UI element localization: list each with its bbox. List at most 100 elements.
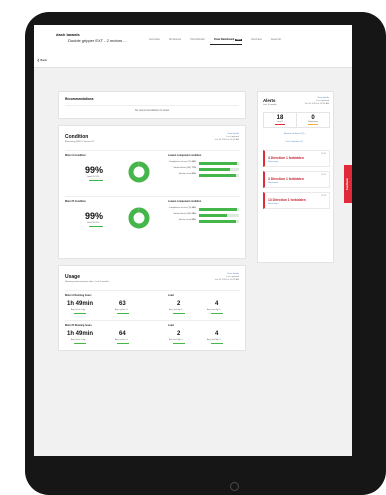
component-header: Lowest component condition <box>168 154 202 157</box>
usage-header: Usage Showing measurements data · Last 3… <box>65 274 109 283</box>
status-bar <box>89 226 103 227</box>
feedback-tab[interactable]: Feedback <box>344 165 352 203</box>
usage-card: Usage Showing measurements data · Last 3… <box>58 265 246 351</box>
app-header: dash boards STOP Double gripper EXT - 2 … <box>34 25 352 68</box>
condition-percent: 99% <box>85 165 104 175</box>
condition-updated-time: Jun 26 2024 at 10:23 AM <box>214 139 239 141</box>
usage-updated-time: Jun 26 2024 at 10:23 AM <box>214 279 239 281</box>
alert-item[interactable]: 10:18 13 Direction 1 forbidden Show more <box>263 192 330 209</box>
load-a-sub: Avg. load kg / h <box>169 309 183 311</box>
cycles-value: 64 <box>119 331 126 337</box>
running-time-sub: Avg. hours / day <box>71 339 86 341</box>
status-bar <box>74 313 86 314</box>
alerts-title: Alerts <box>263 98 276 103</box>
load-header: Load <box>168 294 174 297</box>
cycles-sub: Avg. cycles / h <box>115 339 128 341</box>
alert-count-level1[interactable]: 18 Level 1 <box>264 113 296 127</box>
recommendations-card: Recommendations No recommendations to sh… <box>58 91 246 119</box>
load-b-sub: Avg. load kg / h <box>207 309 221 311</box>
motor-label: Motor B Condition <box>65 200 86 203</box>
condition-percent-sub: Good 99.99% <box>87 222 100 224</box>
usage-motor-block: Motor A Running hours Load 1h 49min Avg.… <box>65 290 240 320</box>
status-bar <box>173 313 185 314</box>
device-subtitle: STOP <box>68 33 76 37</box>
condition-percent-sub: Good 99.99% <box>87 176 100 178</box>
new-badge: NEW <box>235 39 242 41</box>
component-fill <box>199 207 238 211</box>
load-a-sub: Avg. load kg / h <box>169 339 183 341</box>
motor-condition-block: Motor B Condition Lowest component condi… <box>65 196 240 236</box>
history-link[interactable]: Last 3 months (2) → <box>258 141 333 143</box>
load-header: Load <box>168 324 174 327</box>
component-row: Stroke count 93% <box>161 219 241 223</box>
component-fill <box>199 161 238 165</box>
usage-motor-label: Motor B Running hours <box>65 324 92 327</box>
condition-title: Condition <box>65 134 89 140</box>
component-fill <box>199 213 227 217</box>
divider <box>65 105 239 106</box>
device-title[interactable]: Double gripper EXT - 2 motors ... <box>68 38 127 43</box>
feedback-label: Feedback <box>346 178 349 190</box>
status-bar <box>74 343 86 344</box>
alerts-subtitle: Last 3 months <box>263 104 277 106</box>
home-button[interactable] <box>230 482 239 491</box>
tab-bar: Overview All devices Flow Monitor Flow D… <box>149 38 281 41</box>
running-time: 1h 49min <box>67 301 94 307</box>
condition-header: Condition Remaining 499% / Service 26 <box>65 134 94 143</box>
load-b-value: 4 <box>215 331 219 337</box>
load-b-sub: Avg. load kg / h <box>207 339 221 341</box>
status-bar <box>117 343 129 344</box>
component-fill <box>199 219 237 223</box>
back-button[interactable]: ❮ Back <box>37 58 47 62</box>
status-bar <box>89 180 103 181</box>
usage-title: Usage <box>65 274 81 280</box>
cycles-value: 63 <box>119 301 126 307</box>
status-bar <box>211 343 223 344</box>
tab-all-devices[interactable]: All devices <box>169 38 181 41</box>
running-time-sub: Avg. hours / day <box>71 309 86 311</box>
component-row: Stroke Ratio (L/R) 77% <box>161 167 241 171</box>
load-a-value: 2 <box>177 301 181 307</box>
condition-card: Condition Remaining 499% / Service 26 Vi… <box>58 125 246 259</box>
status-bar <box>173 343 185 344</box>
condition-donut <box>128 207 150 229</box>
condition-percent: 99% <box>85 211 104 221</box>
alert-item[interactable]: 10:23 4 Direction 1 forbidden Show more <box>263 150 330 167</box>
alerts-meta: View details Last updated Jun 26 2024 at… <box>305 97 329 106</box>
condition-meta: View details Last updated Jun 26 2024 at… <box>215 133 239 142</box>
component-row: Compliance at rest (%) 96% <box>161 161 241 165</box>
motor-label: Motor A Condition <box>65 154 86 157</box>
recommendations-title: Recommendations <box>65 97 94 101</box>
load-b-value: 4 <box>215 301 219 307</box>
tab-flow-dashboard[interactable]: Flow Dashboard NEW <box>214 38 242 41</box>
component-fill <box>199 167 230 171</box>
usage-motor-label: Motor A Running hours <box>65 294 92 297</box>
review-alerts-link[interactable]: Review all alerts (13) → <box>258 133 333 135</box>
usage-motor-block: Motor B Running hours Load 1h 49min Avg.… <box>65 320 240 350</box>
tab-flow-monitor[interactable]: Flow Monitor <box>190 38 205 41</box>
alert-item[interactable]: 10:21 3 Direction 1 forbidden Show more <box>263 171 330 188</box>
running-time: 1h 49min <box>67 331 94 337</box>
component-header: Lowest component condition <box>168 200 202 203</box>
usage-subtitle: Showing measurements data · Last 3 month… <box>65 281 110 283</box>
app-screen: dash boards STOP Double gripper EXT - 2 … <box>34 25 352 456</box>
status-bar <box>211 313 223 314</box>
tab-issue-list[interactable]: Issue list <box>271 38 281 41</box>
cycles-sub: Avg. cycles / h <box>115 309 128 311</box>
alerts-updated-time: Jun 26 2024 at 10:23 AM <box>304 103 329 105</box>
component-fill <box>199 173 237 177</box>
condition-donut <box>128 161 150 183</box>
alerts-card: Alerts Last 3 months View details Last u… <box>257 91 334 263</box>
condition-subtitle: Remaining 499% / Service 26 <box>65 141 94 143</box>
recommendations-empty: No recommendations to show <box>134 109 170 112</box>
component-row: Stroke Ratio (L/R) 69% <box>161 213 241 217</box>
tab-overview[interactable]: Overview <box>149 38 160 41</box>
load-a-value: 2 <box>177 331 181 337</box>
status-bar <box>117 313 129 314</box>
title-block: STOP Double gripper EXT - 2 motors ... <box>68 33 127 43</box>
motor-condition-block: Motor A Condition Lowest component condi… <box>65 150 240 190</box>
alert-counts: 18 Level 1 0 Predictions <box>263 112 330 128</box>
component-row: Stroke count 93% <box>161 173 241 177</box>
tab-overview-2[interactable]: Overview <box>251 38 262 41</box>
alert-count-predictions[interactable]: 0 Predictions <box>296 113 329 127</box>
